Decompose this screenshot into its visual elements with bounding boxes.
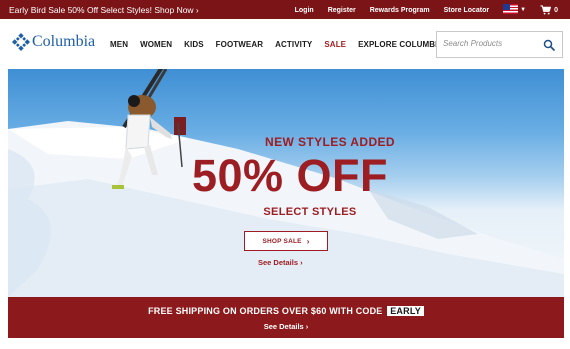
top-promo-bar: Early Bird Sale 50% Off Select Styles! S…	[0, 0, 570, 19]
shop-sale-label: SHOP SALE	[262, 237, 302, 245]
main-nav: MEN WOMEN KIDS FOOTWEAR ACTIVITY SALE EX…	[110, 40, 455, 49]
cart-button[interactable]: 0	[540, 5, 558, 15]
rewards-program-link[interactable]: Rewards Program	[370, 7, 430, 14]
login-link[interactable]: Login	[295, 7, 314, 14]
chevron-down-icon[interactable]: ▼	[520, 7, 526, 13]
hero-banner[interactable]: NEW STYLES ADDED 50% OFF SELECT STYLES S…	[8, 69, 564, 297]
site-header: Columbia MEN WOMEN KIDS FOOTWEAR ACTIVIT…	[0, 19, 570, 69]
columbia-diamond-icon	[12, 33, 30, 51]
columbia-logo[interactable]: Columbia	[12, 33, 95, 51]
hero-see-details-link[interactable]: See Details ›	[258, 258, 303, 267]
logo-text: Columbia	[32, 33, 96, 50]
shipping-message: FREE SHIPPING ON ORDERS OVER $60 WITH CO…	[8, 306, 564, 316]
shipping-see-details-link[interactable]: See Details ›	[8, 322, 564, 331]
cart-count: 0	[554, 6, 558, 14]
hero-headline-small: NEW STYLES ADDED	[265, 135, 395, 149]
early-bird-promo-link[interactable]: Early Bird Sale 50% Off Select Styles! S…	[9, 5, 199, 15]
nav-women[interactable]: WOMEN	[140, 40, 172, 49]
hero-headline-big: 50% OFF	[191, 150, 389, 201]
nav-footwear[interactable]: FOOTWEAR	[216, 40, 263, 49]
search-icon[interactable]	[543, 39, 555, 51]
shop-sale-button[interactable]: SHOP SALE ›	[244, 231, 328, 251]
promo-code-badge: EARLY	[387, 306, 424, 316]
register-link[interactable]: Register	[328, 7, 356, 14]
nav-kids[interactable]: KIDS	[184, 40, 204, 49]
nav-men[interactable]: MEN	[110, 40, 128, 49]
shipping-text: FREE SHIPPING ON ORDERS OVER $60 WITH CO…	[148, 306, 383, 316]
nav-activity[interactable]: ACTIVITY	[275, 40, 312, 49]
nav-sale[interactable]: SALE	[324, 40, 346, 49]
search-box	[436, 31, 563, 58]
search-input[interactable]	[443, 39, 543, 48]
hero-headline-sub: SELECT STYLES	[263, 206, 357, 218]
nav-explore-columbia[interactable]: EXPLORE COLUMBIA	[358, 40, 443, 49]
store-locator-link[interactable]: Store Locator	[444, 7, 490, 14]
us-flag-icon[interactable]	[503, 4, 519, 14]
chevron-right-icon: ›	[306, 236, 310, 246]
cart-icon	[540, 5, 552, 15]
utility-links: Login Register Rewards Program Store Loc…	[281, 4, 558, 15]
free-shipping-bar: FREE SHIPPING ON ORDERS OVER $60 WITH CO…	[8, 297, 564, 338]
